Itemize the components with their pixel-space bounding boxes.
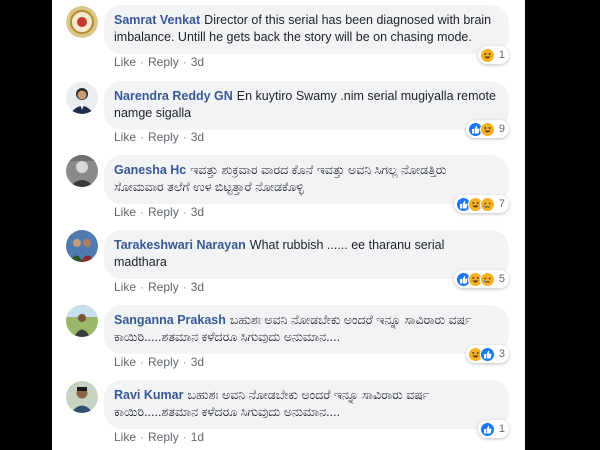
reaction-summary[interactable]: 5 xyxy=(453,270,509,288)
timestamp[interactable]: 3d xyxy=(191,55,204,69)
comment-bubble: Ganesha Hc ಇವತ್ತು ಶುಕ್ರವಾರ ವಾರದ ಕೊನೆ ಇವತ್… xyxy=(104,155,509,204)
commenter-name[interactable]: Tarakeshwari Narayan xyxy=(114,238,246,252)
separator: · xyxy=(182,55,187,69)
commenter-name[interactable]: Samrat Venkat xyxy=(114,13,200,27)
avatar[interactable] xyxy=(66,82,98,114)
comment-bubble: Samrat Venkat Director of this serial has… xyxy=(104,5,509,54)
comment-item: Samrat Venkat Director of this serial has… xyxy=(52,0,525,75)
like-link[interactable]: Like xyxy=(114,55,136,69)
separator: · xyxy=(140,355,145,369)
haha-reaction-icon xyxy=(479,121,495,137)
separator: · xyxy=(140,280,145,294)
comment-actions: Like · Reply · 1d xyxy=(114,430,204,444)
reaction-summary[interactable]: 3 xyxy=(465,345,509,363)
timestamp[interactable]: 1d xyxy=(191,430,204,444)
commenter-name[interactable]: Sanganna Prakash xyxy=(114,313,226,327)
comment-bubble: Ravi Kumar ಬಹುಶಃ ಅವನಿ ನೋಡಬೇಕು ಅಂದರೆ ಇನ್ನೂ… xyxy=(104,380,509,429)
timestamp[interactable]: 3d xyxy=(191,280,204,294)
separator: · xyxy=(140,430,145,444)
sad-reaction-icon xyxy=(479,196,495,212)
reaction-count: 3 xyxy=(498,348,505,360)
separator: · xyxy=(140,55,145,69)
reply-link[interactable]: Reply xyxy=(148,280,179,294)
timestamp[interactable]: 3d xyxy=(191,130,204,144)
separator: · xyxy=(182,430,187,444)
comment-bubble: Narendra Reddy GN En kuytiro Swamy .nim s… xyxy=(104,81,509,130)
like-reaction-icon xyxy=(479,346,495,362)
reaction-count: 1 xyxy=(498,49,505,61)
comment-item: Narendra Reddy GN En kuytiro Swamy .nim s… xyxy=(52,75,525,150)
comment-item: Tarakeshwari Narayan What rubbish ...... … xyxy=(52,225,525,300)
reply-link[interactable]: Reply xyxy=(148,355,179,369)
like-link[interactable]: Like xyxy=(114,130,136,144)
like-link[interactable]: Like xyxy=(114,205,136,219)
comment-actions: Like · Reply · 3d xyxy=(114,355,204,369)
comment-feed: Samrat Venkat Director of this serial has… xyxy=(52,0,525,450)
commenter-name[interactable]: Narendra Reddy GN xyxy=(114,89,233,103)
separator: · xyxy=(182,205,187,219)
commenter-name[interactable]: Ravi Kumar xyxy=(114,388,183,402)
comment-actions: Like · Reply · 3d xyxy=(114,280,204,294)
like-link[interactable]: Like xyxy=(114,355,136,369)
reaction-summary[interactable]: 1 xyxy=(477,46,509,64)
comment-actions: Like · Reply · 3d xyxy=(114,55,204,69)
reply-link[interactable]: Reply xyxy=(148,130,179,144)
reply-link[interactable]: Reply xyxy=(148,205,179,219)
reaction-count: 9 xyxy=(498,123,505,135)
comment-item: Sanganna Prakash ಬಹುಶಃ ಅವನಿ ನೋಡಬೇಕು ಅಂದರೆ… xyxy=(52,300,525,375)
avatar[interactable] xyxy=(66,6,98,38)
separator: · xyxy=(140,130,145,144)
reaction-count: 7 xyxy=(498,198,505,210)
reaction-summary[interactable]: 7 xyxy=(453,195,509,213)
avatar[interactable] xyxy=(66,305,98,337)
comment-bubble: Sanganna Prakash ಬಹುಶಃ ಅವನಿ ನೋಡಬೇಕು ಅಂದರೆ… xyxy=(104,305,509,354)
avatar[interactable] xyxy=(66,381,98,413)
sad-reaction-icon xyxy=(479,271,495,287)
separator: · xyxy=(182,355,187,369)
timestamp[interactable]: 3d xyxy=(191,355,204,369)
separator: · xyxy=(140,205,145,219)
reaction-summary[interactable]: 1 xyxy=(477,420,509,438)
comment-item: Ravi Kumar ಬಹುಶಃ ಅವನಿ ನೋಡಬೇಕು ಅಂದರೆ ಇನ್ನೂ… xyxy=(52,375,525,450)
comment-item: Ganesha Hc ಇವತ್ತು ಶುಕ್ರವಾರ ವಾರದ ಕೊನೆ ಇವತ್… xyxy=(52,150,525,225)
avatar[interactable] xyxy=(66,155,98,187)
comment-bubble: Tarakeshwari Narayan What rubbish ...... … xyxy=(104,230,509,279)
separator: · xyxy=(182,280,187,294)
haha-reaction-icon xyxy=(479,47,495,63)
reaction-count: 5 xyxy=(498,273,505,285)
timestamp[interactable]: 3d xyxy=(191,205,204,219)
reaction-count: 1 xyxy=(498,423,505,435)
comment-actions: Like · Reply · 3d xyxy=(114,205,204,219)
like-link[interactable]: Like xyxy=(114,280,136,294)
like-reaction-icon xyxy=(479,421,495,437)
reply-link[interactable]: Reply xyxy=(148,55,179,69)
avatar[interactable] xyxy=(66,230,98,262)
separator: · xyxy=(182,130,187,144)
comment-actions: Like · Reply · 3d xyxy=(114,130,204,144)
reply-link[interactable]: Reply xyxy=(148,430,179,444)
reaction-summary[interactable]: 9 xyxy=(465,120,509,138)
like-link[interactable]: Like xyxy=(114,430,136,444)
commenter-name[interactable]: Ganesha Hc xyxy=(114,163,186,177)
